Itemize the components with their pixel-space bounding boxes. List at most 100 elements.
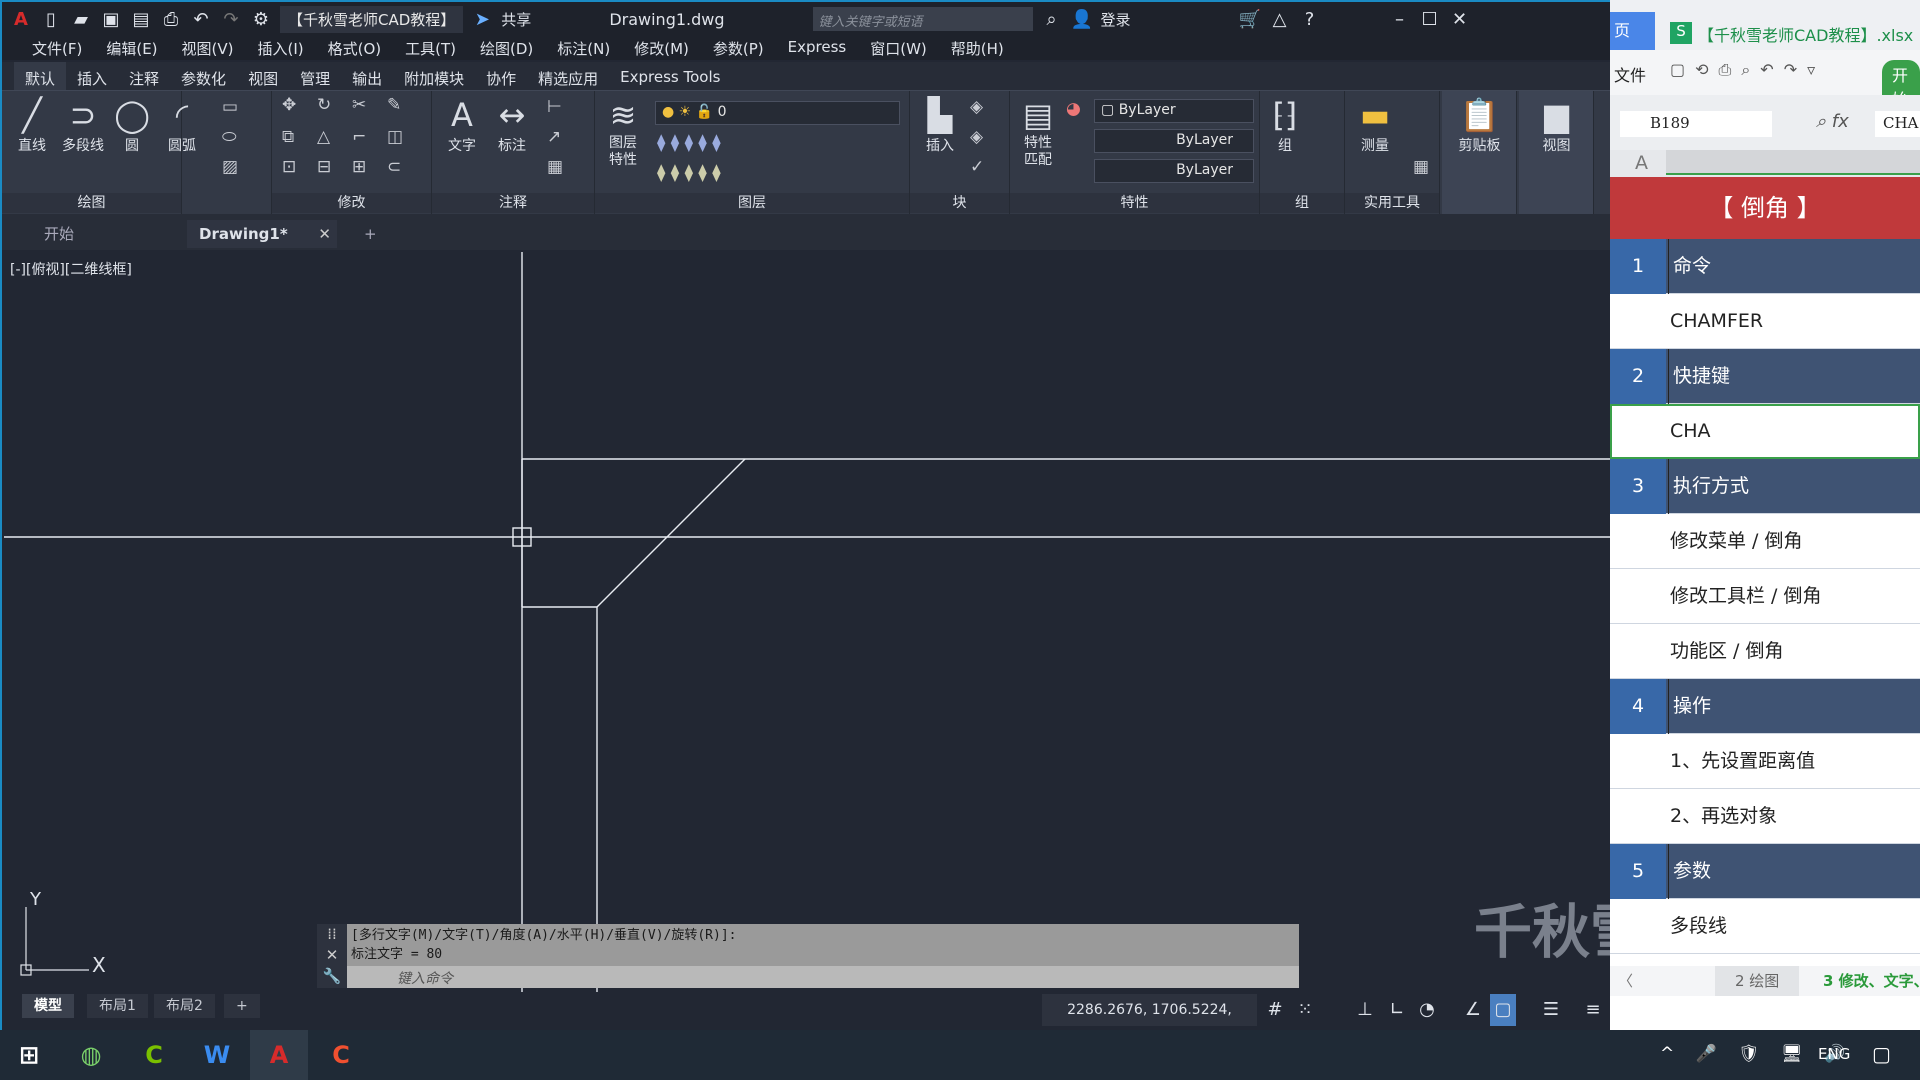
text-tool[interactable]: A 文字	[442, 95, 482, 155]
column-b[interactable]	[1666, 150, 1920, 175]
sheet-tab[interactable]: 2 绘图	[1715, 966, 1800, 996]
polar-icon[interactable]: ◔	[1414, 994, 1440, 1026]
ribbon-tab[interactable]: 视图	[237, 62, 289, 90]
panel-label[interactable]: 修改	[272, 193, 431, 213]
menu-item[interactable]: 工具(T)	[393, 36, 468, 60]
language-indicator[interactable]: ENG	[1818, 1045, 1850, 1063]
fx-icon[interactable]: ⌕ fx	[1816, 111, 1849, 132]
command-input[interactable]: 键入命令	[347, 966, 1299, 988]
sheet-row[interactable]: 1、先设置距离值	[1610, 734, 1920, 789]
table-icon[interactable]: ▦	[547, 157, 563, 177]
hatch-icon[interactable]: ▨	[222, 157, 238, 177]
maximize-icon[interactable]: ☐	[1419, 9, 1441, 30]
ribbon-tab[interactable]: 管理	[289, 62, 341, 90]
open-icon[interactable]: ▰	[70, 9, 92, 30]
copy-icon[interactable]: ⧉	[282, 127, 294, 147]
close-icon[interactable]: ✕	[1449, 9, 1471, 30]
coordinates-readout[interactable]: 2286.2676, 1706.5224, 0.0000	[1042, 994, 1257, 1050]
ribbon-tab[interactable]: 精选应用	[527, 62, 609, 90]
panel-label[interactable]: 特性	[1010, 193, 1259, 213]
circle-tool[interactable]: ◯ 圆	[112, 95, 152, 155]
redo-icon[interactable]: ↷	[220, 9, 242, 30]
offset-icon[interactable]: ⊂	[387, 157, 401, 177]
tab-home[interactable]: 页	[1610, 12, 1655, 50]
wrench-icon[interactable]: 🔧	[317, 966, 347, 987]
ribbon-tab[interactable]: 参数化	[170, 62, 237, 90]
menu-item[interactable]: 标注(N)	[545, 36, 622, 60]
tab-layout1[interactable]: 布局1	[87, 994, 148, 1018]
sheet-row[interactable]: CHA	[1610, 404, 1920, 459]
sheet-tab-active[interactable]: 3 修改、文字、	[1815, 966, 1920, 996]
quick-access-icons[interactable]: ▢⟲⎙⌕↶↷▿	[1670, 60, 1825, 80]
osnap-icon[interactable]: ▢	[1490, 994, 1516, 1026]
edit-block-icon[interactable]: ◈	[970, 127, 983, 147]
cart-icon[interactable]: 🛒	[1239, 9, 1261, 30]
isodraft-icon[interactable]: ∠	[1460, 994, 1486, 1026]
close-icon[interactable]: ✕	[317, 945, 347, 966]
snap-icon[interactable]: ⁙	[1292, 994, 1318, 1026]
linetype-dropdown[interactable]: ByLayer	[1094, 129, 1254, 153]
dimension-tool[interactable]: ↔ 标注	[492, 95, 532, 155]
workspace-dropdown[interactable]: 【千秋雪老师CAD教程】	[280, 5, 464, 33]
prev-sheet-icon[interactable]: 〈	[1618, 970, 1633, 991]
sheet-row[interactable]: 4 操作	[1610, 679, 1920, 734]
menu-item[interactable]: 修改(M)	[622, 36, 701, 60]
move-icon[interactable]: ✥	[282, 95, 296, 115]
menu-item[interactable]: 编辑(E)	[94, 36, 169, 60]
lineweight-icon[interactable]: ☰	[1538, 994, 1564, 1026]
scale-icon[interactable]: ◫	[387, 127, 403, 147]
share-icon[interactable]: ➤	[471, 9, 493, 30]
leader-icon[interactable]: ↗	[547, 127, 561, 147]
array-icon[interactable]: ⊞	[352, 157, 366, 177]
ribbon-tab[interactable]: 注释	[118, 62, 170, 90]
sheet-row[interactable]: 多段线	[1610, 899, 1920, 954]
ellipse-icon[interactable]: ⬭	[222, 127, 237, 147]
grid-icon[interactable]: #	[1262, 994, 1288, 1026]
layer-dropdown[interactable]: ● ☀ 🔓 0	[655, 101, 900, 125]
command-line-handle[interactable]: ⁞⁞ ✕ 🔧	[317, 924, 347, 988]
close-icon[interactable]: ✕	[318, 220, 331, 248]
autocad-logo-icon[interactable]: A	[10, 9, 32, 30]
sheet-header[interactable]: 【 倒角 】	[1610, 177, 1920, 239]
sheet-row[interactable]: 修改工具栏 / 倒角	[1610, 569, 1920, 624]
new-icon[interactable]: ▯	[40, 9, 62, 30]
create-block-icon[interactable]: ◈	[970, 97, 983, 117]
drawing-canvas[interactable]: Y X 千秋雪	[4, 252, 1612, 992]
insert-tool[interactable]: ▙ 插入	[915, 95, 965, 155]
color-wheel-icon[interactable]: ◕	[1066, 99, 1081, 119]
panel-label[interactable]: 注释	[432, 193, 594, 213]
polyline-tool[interactable]: ⊃ 多段线	[57, 95, 109, 155]
panel-label[interactable]: 块	[910, 193, 1009, 213]
match-properties-tool[interactable]: ▤ 特性匹配	[1014, 95, 1062, 169]
menu-item[interactable]: 绘图(D)	[468, 36, 545, 60]
save-as-icon[interactable]: ▤	[130, 9, 152, 30]
file-tab[interactable]: 【千秋雪老师CAD教程】.xlsx	[1698, 22, 1913, 46]
measure-tool[interactable]: ▬ 测量	[1350, 95, 1400, 155]
line-tool[interactable]: ╱ 直线	[12, 95, 52, 155]
tab-start[interactable]: 开始	[32, 220, 182, 248]
grip-icon[interactable]: ⁞⁞	[317, 924, 347, 945]
tab-layout2[interactable]: 布局2	[154, 994, 215, 1018]
start-icon[interactable]: ⊞	[0, 1030, 58, 1080]
name-box[interactable]: B189	[1620, 111, 1772, 137]
attribute-icon[interactable]: ✓	[970, 157, 984, 177]
menu-item[interactable]: 文件(F)	[20, 36, 94, 60]
autocad-taskbar-icon[interactable]: A	[250, 1030, 308, 1080]
user-icon[interactable]: 👤	[1071, 9, 1093, 30]
layer-properties-tool[interactable]: ≋ 图层特性	[599, 95, 647, 169]
menu-item[interactable]: 参数(P)	[701, 36, 776, 60]
menu-item[interactable]: 视图(V)	[170, 36, 246, 60]
ortho-icon[interactable]: ∟	[1384, 994, 1410, 1026]
ribbon-tab[interactable]: Express Tools	[609, 62, 731, 90]
autodesk-icon[interactable]: △	[1269, 9, 1291, 30]
layer-tools-icon[interactable]: ⧫ ⧫ ⧫ ⧫ ⧫	[657, 133, 721, 153]
sheet-row[interactable]: 3 执行方式	[1610, 459, 1920, 514]
gear-icon[interactable]: ⚙	[250, 9, 272, 30]
tab-model[interactable]: 模型	[22, 994, 74, 1018]
plot-icon[interactable]: ⎙	[160, 9, 182, 30]
minimize-icon[interactable]: –	[1389, 9, 1411, 30]
menu-item[interactable]: Express	[776, 36, 859, 60]
panel-label[interactable]: 实用工具	[1345, 193, 1439, 213]
panel-label[interactable]: 绘图	[2, 193, 181, 213]
sheet-row[interactable]: 修改菜单 / 倒角	[1610, 514, 1920, 569]
